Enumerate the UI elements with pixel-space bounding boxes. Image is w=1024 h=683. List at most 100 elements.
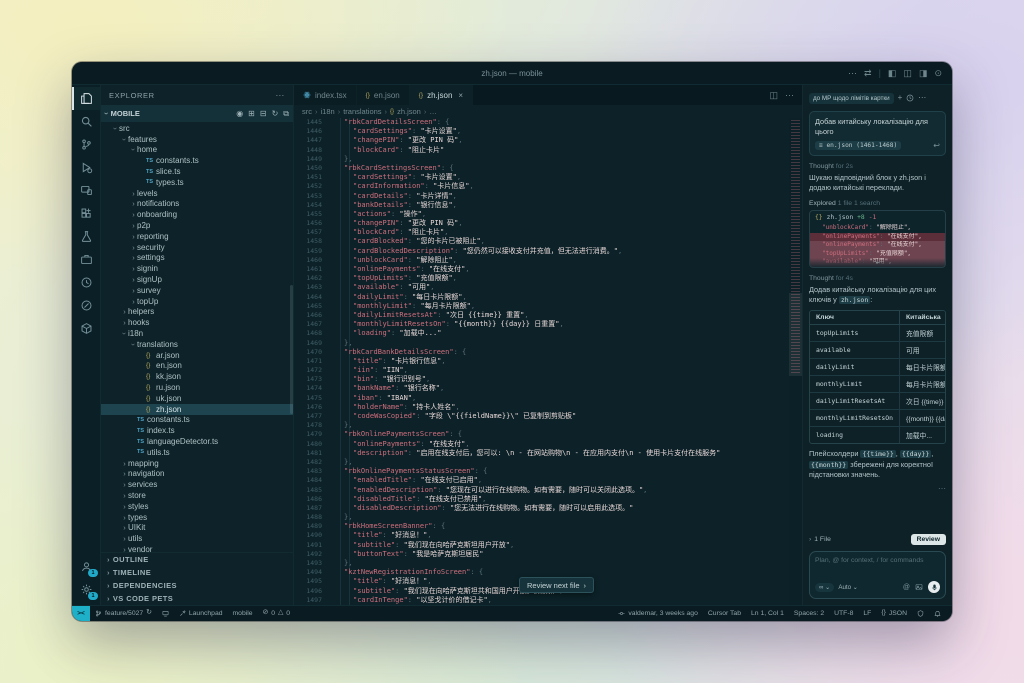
extensions-icon[interactable] [72, 202, 100, 225]
history-icon[interactable] [906, 94, 914, 102]
user-message[interactable]: Добав китайську локалізацію для цього ≡ … [809, 111, 946, 156]
breadcrumb-item[interactable]: translations [343, 107, 381, 116]
section-timeline[interactable]: ›TIMELINE [101, 566, 293, 579]
tree-item-kk.json[interactable]: {}kk.json [101, 371, 293, 382]
chat-tab[interactable]: до МР щодо лімітів картки [809, 93, 894, 104]
chat-input[interactable]: Plan, @ for context, / for commands ∞ ⌄ … [809, 551, 946, 599]
explorer-more-icon[interactable]: ⋯ [275, 90, 285, 101]
new-chat-icon[interactable]: + [898, 94, 903, 102]
source-control-icon[interactable] [72, 133, 100, 156]
mode-item[interactable]: mobile [228, 610, 258, 617]
refresh-icon[interactable]: ↻ [272, 110, 279, 118]
section-dependencies[interactable]: ›DEPENDENCIES [101, 579, 293, 592]
tree-item-mapping[interactable]: ›mapping [101, 458, 293, 469]
tree-item-ar.json[interactable]: {}ar.json [101, 350, 293, 361]
breadcrumb-item[interactable]: i18n [321, 107, 335, 116]
launchpad-item[interactable]: Launchpad [174, 610, 228, 617]
tab-zh-json[interactable]: {} zh.json × [410, 85, 473, 105]
tree-item-i18n[interactable]: ›i18n [101, 328, 293, 339]
tree-item-p2p[interactable]: ›p2p [101, 220, 293, 231]
review-next-file-button[interactable]: Review next file › [519, 577, 594, 593]
thought-label[interactable]: Thought for 4s [809, 275, 946, 282]
chat-more-icon[interactable]: ⋯ [918, 94, 926, 102]
tree-item-hooks[interactable]: ›hooks [101, 317, 293, 328]
diff-card[interactable]: {} zh.json +8 -1 "unblockCard": "解除阻止","… [809, 210, 946, 268]
thought-label[interactable]: Thought for 2s [809, 163, 946, 170]
explorer-icon[interactable] [72, 87, 100, 110]
remote-indicator[interactable]: >< [72, 606, 90, 621]
remote-explorer-icon[interactable] [72, 179, 100, 202]
tree-item-zh.json[interactable]: {}zh.json [101, 404, 293, 415]
tree-item-signin[interactable]: ›signin [101, 263, 293, 274]
diff-header[interactable]: {} zh.json +8 -1 [810, 211, 945, 224]
attachment-chip[interactable]: ≡ en.json (1461-1468) [815, 141, 901, 150]
code-area[interactable]: 1445"rbkCardDetailsScreen": {1446"cardSe… [294, 118, 802, 605]
breadcrumb-item[interactable]: src [302, 107, 312, 116]
settings-gear-icon[interactable]: 1 [72, 578, 100, 601]
package-icon[interactable] [72, 317, 100, 340]
tab-en-json[interactable]: {} en.json [357, 85, 410, 105]
title-bar[interactable]: zh.json — mobile ⋯ ⇄ | ◧ ◫ ◨ ⊙ [72, 62, 952, 85]
layout-sidebar-icon[interactable]: ◧ [888, 69, 897, 78]
section-vs-code-pets[interactable]: ›VS CODE PETS [101, 592, 293, 605]
diff-expand-chevron[interactable]: › [810, 258, 945, 267]
preview-eye-icon[interactable]: ◉ [236, 110, 243, 118]
tree-scrollbar[interactable] [290, 285, 293, 414]
review-button[interactable]: Review [911, 534, 946, 545]
close-icon[interactable]: × [458, 91, 463, 100]
tree-item-translations[interactable]: ›translations [101, 339, 293, 350]
layout-secondary-sidebar-icon[interactable]: ◨ [919, 69, 928, 78]
timer-play-icon[interactable] [72, 271, 100, 294]
mention-icon[interactable]: @ [903, 584, 910, 591]
customize-layout-icon[interactable]: ⊙ [934, 69, 942, 78]
eol-item[interactable]: LF [858, 610, 876, 617]
tree-item-utils[interactable]: ›utils [101, 533, 293, 544]
minimap-slider[interactable] [789, 293, 802, 376]
tree-item-services[interactable]: ›services [101, 479, 293, 490]
tree-item-UIKit[interactable]: ›UIKit [101, 522, 293, 533]
project-section-header[interactable]: › MOBILE ◉ ⊞ ⊟ ↻ ⧉ [101, 105, 293, 122]
tree-item-index.ts[interactable]: TSindex.ts [101, 425, 293, 436]
tree-item-settings[interactable]: ›settings [101, 253, 293, 264]
tree-item-navigation[interactable]: ›navigation [101, 469, 293, 480]
tree-item-en.json[interactable]: {}en.json [101, 361, 293, 372]
tree-item-store[interactable]: ›store [101, 490, 293, 501]
run-debug-icon[interactable] [72, 156, 100, 179]
model-selector[interactable]: Auto ⌄ [838, 584, 858, 591]
restore-checkpoint-icon[interactable]: ↩ [933, 141, 940, 150]
tree-item-survey[interactable]: ›survey [101, 285, 293, 296]
collapse-all-icon[interactable]: ⧉ [283, 110, 289, 118]
explored-label[interactable]: Explored 1 file 1 search [809, 200, 946, 207]
message-actions-icon[interactable]: ⋯ [809, 484, 946, 493]
tree-item-levels[interactable]: ›levels [101, 188, 293, 199]
accounts-icon[interactable]: 1 [72, 555, 100, 578]
indentation-item[interactable]: Spaces: 2 [789, 610, 829, 617]
record-edit-icon[interactable] [72, 294, 100, 317]
briefcase-icon[interactable] [72, 248, 100, 271]
editor-more-icon[interactable]: ⋯ [785, 91, 794, 100]
encoding-item[interactable]: UTF-8 [829, 610, 858, 617]
section-outline[interactable]: ›OUTLINE [101, 553, 293, 566]
tree-item-reporting[interactable]: ›reporting [101, 231, 293, 242]
tree-item-home[interactable]: ›home [101, 145, 293, 156]
tree-item-uk.json[interactable]: {}uk.json [101, 393, 293, 404]
tree-item-notifications[interactable]: ›notifications [101, 199, 293, 210]
tree-item-onboarding[interactable]: ›onboarding [101, 209, 293, 220]
file-tree[interactable]: ›src›features›homeTSconstants.tsTSslice.… [101, 122, 293, 552]
minimap[interactable] [789, 118, 802, 605]
git-branch-item[interactable]: feature/5027 ↻ [90, 610, 157, 617]
tree-item-constants.ts[interactable]: TSconstants.ts [101, 415, 293, 426]
tree-item-ru.json[interactable]: {}ru.json [101, 382, 293, 393]
breadcrumb[interactable]: src›i18n›translations›{}zh.json›… [294, 105, 802, 118]
layout-panel-icon[interactable]: ◫ [903, 69, 912, 78]
tree-item-constants.ts[interactable]: TSconstants.ts [101, 155, 293, 166]
new-file-icon[interactable]: ⊞ [248, 110, 255, 118]
prettier-item[interactable] [912, 610, 929, 617]
problems-item[interactable]: ⊘0 △0 [258, 610, 296, 617]
notifications-item[interactable] [929, 610, 946, 617]
tree-item-languageDetector.ts[interactable]: TSlanguageDetector.ts [101, 436, 293, 447]
split-editor-icon[interactable]: ◫ [769, 91, 778, 100]
agent-loop-toggle[interactable]: ∞ ⌄ [815, 583, 834, 592]
blame-item[interactable]: valdemar, 3 weeks ago [613, 610, 703, 617]
changed-files-bar[interactable]: › 1 File Review [809, 532, 946, 546]
